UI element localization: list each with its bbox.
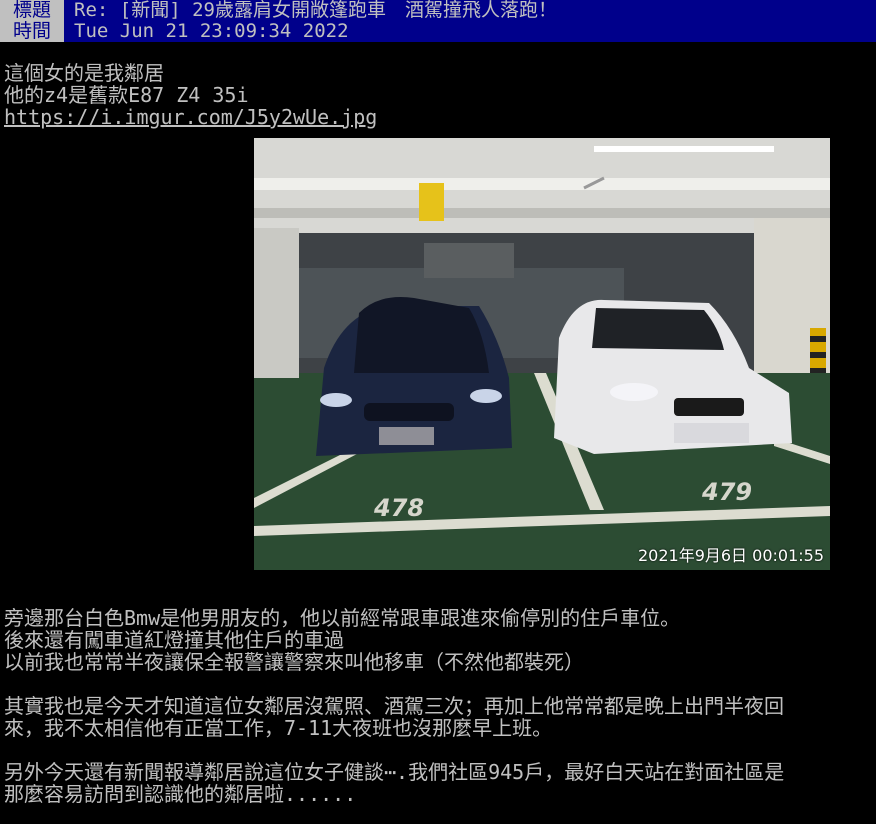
time-value: Tue Jun 21 23:09:34 2022 <box>74 20 349 42</box>
photo-timestamp: 2021年9月6日 00:01:55 <box>637 546 824 565</box>
body-line: 這個女的是我鄰居 <box>4 61 164 85</box>
time-key: 時間 <box>0 21 64 42</box>
body-line: 其實我也是今天才知道這位女鄰居沒駕照、酒駕三次；再加上他常常都是晚上出門半夜回 <box>4 694 784 718</box>
spot-label-479: 479 <box>701 478 752 506</box>
image-link[interactable]: https://i.imgur.com/J5y2wUe.jpg <box>4 106 377 128</box>
body-line: 他的z4是舊款E87 Z4 35i <box>4 83 249 107</box>
vip-sign <box>419 183 444 221</box>
body-line: 那麼容易訪問到認識他的鄰居啦...... <box>4 782 357 806</box>
parking-photo: 478 479 2021年9月6日 00:01:55 <box>254 138 830 570</box>
body-line: 以前我也常常半夜讓保全報警讓警察來叫他移車（不然他都裝死） <box>4 650 584 674</box>
spot-label-478: 478 <box>373 494 424 522</box>
title-key: 標題 <box>0 0 64 21</box>
body-line: 旁邊那台白色Bmw是他男朋友的，他以前經常跟車跟進來偷停別的住戶車位。 <box>4 606 681 630</box>
title-value: Re: [新聞] 29歲露肩女開敞篷跑車 酒駕撞飛人落跑！ <box>74 0 557 21</box>
header-title-row: 標題 Re: [新聞] 29歲露肩女開敞篷跑車 酒駕撞飛人落跑！ <box>0 0 876 21</box>
body-line: 另外今天還有新聞報導鄰居說這位女子健談⋯.我們社區945戶，最好白天站在對面社區… <box>4 760 785 784</box>
body-line: 後來還有闖車道紅燈撞其他住戶的車過 <box>4 628 344 652</box>
parking-garage-illustration: 478 479 <box>254 138 830 570</box>
header-time-row: 時間 Tue Jun 21 23:09:34 2022 <box>0 21 876 42</box>
body-line: 來，我不太相信他有正當工作，7-11大夜班也沒那麼早上班。 <box>4 716 553 740</box>
